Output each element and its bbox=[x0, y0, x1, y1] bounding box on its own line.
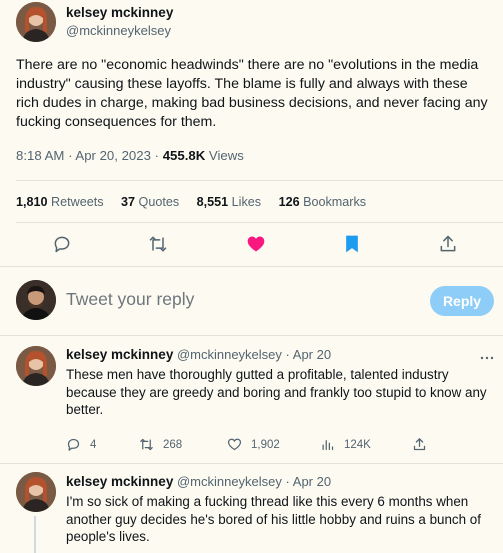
tweet-text: There are no "economic headwinds" there … bbox=[16, 57, 488, 130]
author-name[interactable]: kelsey mckinney bbox=[66, 5, 173, 20]
reply-text: These men have thoroughly gutted a profi… bbox=[66, 367, 487, 417]
reply-author-handle[interactable]: @mckinneykelsey bbox=[177, 474, 282, 489]
reply-like-action[interactable]: 1,902 bbox=[227, 437, 280, 452]
reply-count: 4 bbox=[90, 438, 97, 451]
reply-author-handle[interactable]: @mckinneykelsey bbox=[177, 347, 282, 362]
reply-reply-action[interactable]: 4 bbox=[66, 437, 96, 452]
engagement-stats: 1,810 Retweets 37 Quotes 8,551 Likes 126… bbox=[16, 195, 380, 209]
retweets-stat[interactable]: 1,810 Retweets bbox=[16, 195, 104, 209]
bookmarks-stat[interactable]: 126 Bookmarks bbox=[279, 195, 367, 209]
divider bbox=[0, 463, 503, 464]
views-icon bbox=[322, 440, 334, 451]
reply-views-action[interactable]: 124K bbox=[320, 437, 371, 452]
reply-author-avatar[interactable] bbox=[16, 472, 56, 512]
retweet-icon[interactable] bbox=[148, 234, 168, 254]
like-count: 1,902 bbox=[251, 438, 280, 451]
meta-separator: · bbox=[154, 148, 160, 163]
user-avatar[interactable] bbox=[16, 280, 56, 320]
reply-author-name[interactable]: kelsey mckinney bbox=[66, 347, 173, 362]
reply-date[interactable]: Apr 20 bbox=[293, 474, 331, 489]
reply-icon[interactable] bbox=[52, 234, 72, 254]
tweet-time[interactable]: 8:18 AM bbox=[16, 148, 64, 163]
thread-line bbox=[34, 516, 36, 553]
reply-text: I'm so sick of making a fucking thread l… bbox=[66, 494, 481, 544]
views-count: 124K bbox=[344, 438, 371, 451]
reply-button[interactable]: Reply bbox=[430, 286, 494, 316]
tweet-meta: 8:18 AM · Apr 20, 2023 · 455.8K Views bbox=[16, 148, 244, 163]
author-handle[interactable]: @mckinneykelsey bbox=[66, 23, 171, 38]
divider bbox=[16, 222, 503, 223]
likes-count: 8,551 bbox=[196, 195, 229, 209]
like-icon bbox=[227, 438, 242, 451]
reply-share-action[interactable] bbox=[412, 437, 436, 452]
divider bbox=[0, 266, 503, 267]
tweet-date[interactable]: Apr 20, 2023 bbox=[75, 148, 151, 163]
reply-separator: · bbox=[285, 474, 290, 489]
reply-author-avatar[interactable] bbox=[16, 346, 56, 386]
likes-stat[interactable]: 8,551 Likes bbox=[197, 195, 261, 209]
retweet-icon bbox=[140, 438, 153, 451]
share-icon[interactable] bbox=[438, 234, 458, 254]
reply-separator: · bbox=[285, 347, 290, 362]
quotes-label: Quotes bbox=[138, 195, 180, 209]
quotes-stat[interactable]: 37 Quotes bbox=[121, 195, 179, 209]
tweet-detail: kelsey mckinney @mckinneykelsey There ar… bbox=[0, 0, 503, 553]
reply-author-name[interactable]: kelsey mckinney bbox=[66, 474, 173, 489]
likes-label: Likes bbox=[231, 195, 262, 209]
retweets-label: Retweets bbox=[51, 195, 104, 209]
bookmark-icon[interactable] bbox=[342, 234, 362, 254]
divider bbox=[16, 180, 503, 181]
views-count: 455.8K bbox=[162, 148, 206, 163]
author-avatar[interactable] bbox=[16, 2, 56, 42]
retweets-count: 1,810 bbox=[16, 195, 48, 209]
meta-separator: · bbox=[68, 148, 73, 163]
reply-date[interactable]: Apr 20 bbox=[293, 347, 331, 362]
reply-input[interactable]: Tweet your reply bbox=[66, 289, 194, 310]
bookmarks-count: 126 bbox=[278, 195, 300, 209]
share-icon bbox=[413, 438, 426, 451]
reply-icon bbox=[67, 438, 80, 451]
quotes-count: 37 bbox=[121, 195, 136, 209]
reply-header: kelsey mckinney @mckinneykelsey · Apr 20 bbox=[66, 347, 331, 362]
reply-header: kelsey mckinney @mckinneykelsey · Apr 20 bbox=[66, 474, 331, 489]
like-icon[interactable] bbox=[246, 234, 266, 254]
views-label: Views bbox=[208, 148, 244, 163]
more-options-icon[interactable] bbox=[480, 350, 494, 360]
retweet-count: 268 bbox=[163, 438, 183, 451]
divider bbox=[0, 335, 503, 336]
bookmarks-label: Bookmarks bbox=[303, 195, 367, 209]
reply-retweet-action[interactable]: 268 bbox=[139, 437, 182, 452]
